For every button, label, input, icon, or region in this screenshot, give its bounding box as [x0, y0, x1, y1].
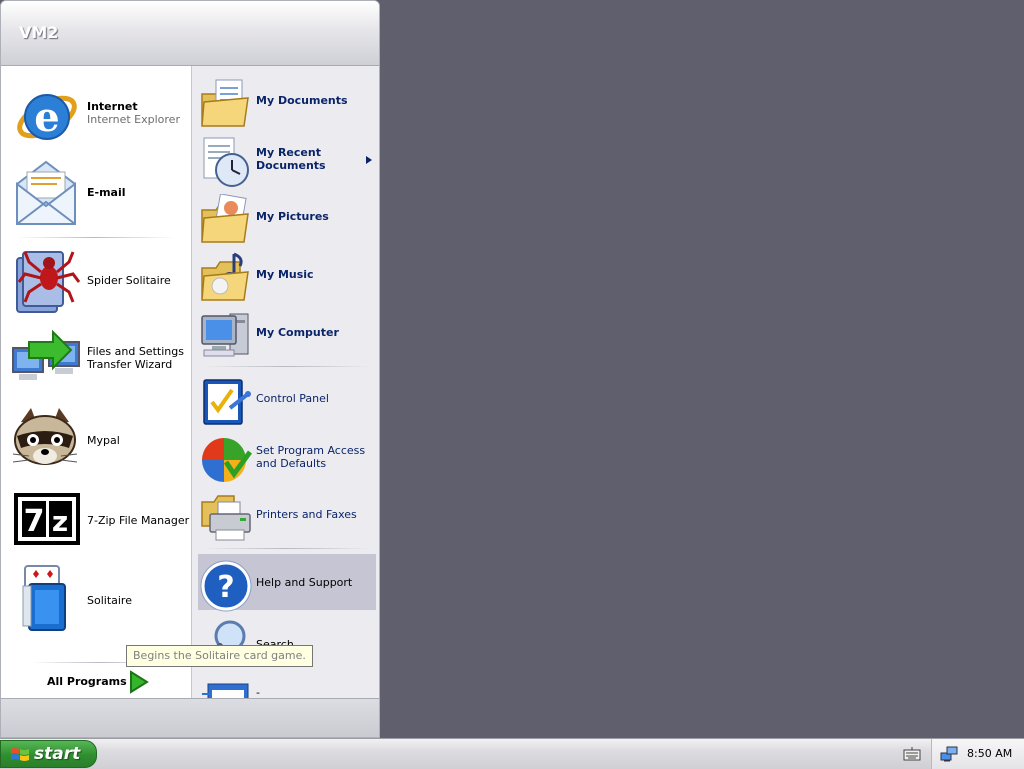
- place-run[interactable]: -: [198, 670, 376, 698]
- program-transfer-label-line1: Files and Settings: [87, 345, 184, 358]
- mypal-icon: [9, 406, 81, 475]
- program-transfer-wizard[interactable]: Files and Settings Transfer Wizard: [1, 322, 191, 398]
- program-mypal[interactable]: Mypal: [1, 402, 191, 478]
- program-spider-label: Spider Solitaire: [87, 274, 171, 287]
- clock[interactable]: 8:50 AM: [967, 747, 1012, 760]
- place-printers-faxes[interactable]: Printers and Faxes: [198, 486, 376, 542]
- place-my-documents[interactable]: My Documents: [198, 72, 376, 128]
- place-my-recent-label: My Recent Documents: [256, 146, 326, 172]
- green-arrow-icon: [129, 670, 149, 697]
- tooltip: Begins the Solitaire card game.: [126, 645, 313, 667]
- all-programs-label: All Programs: [47, 675, 127, 688]
- start-menu-footer: [1, 698, 379, 737]
- program-email-title: E-mail: [87, 186, 126, 199]
- start-menu-header: VM2: [1, 1, 379, 66]
- place-set-program-label-line2: and Defaults: [256, 457, 327, 470]
- place-control-panel[interactable]: Control Panel: [198, 370, 376, 426]
- place-my-pictures[interactable]: My Pictures: [198, 188, 376, 244]
- my-documents-icon: [200, 78, 252, 133]
- place-my-recent-label-line1: My Recent: [256, 146, 321, 159]
- start-label: start: [34, 744, 81, 764]
- program-7zip-label: 7-Zip File Manager: [87, 514, 190, 527]
- place-my-computer-label: My Computer: [256, 326, 339, 339]
- internet-explorer-icon: e: [11, 80, 81, 153]
- my-music-icon: [200, 252, 252, 307]
- network-icon[interactable]: [940, 745, 958, 766]
- windows-logo-icon: [10, 747, 30, 768]
- place-set-program-label-line1: Set Program Access: [256, 444, 366, 457]
- place-my-pictures-label: My Pictures: [256, 210, 329, 223]
- pinned-separator: [15, 237, 175, 238]
- places-separator-1: [202, 366, 372, 367]
- start-button[interactable]: start: [0, 740, 97, 768]
- program-mypal-label: Mypal: [87, 434, 120, 447]
- place-control-panel-label: Control Panel: [256, 392, 329, 405]
- place-help-support-label: Help and Support: [256, 576, 353, 589]
- system-tray: 8:50 AM: [931, 739, 1024, 769]
- program-internet-title: Internet: [87, 100, 138, 113]
- spider-solitaire-icon: [13, 244, 81, 319]
- control-panel-icon: [200, 376, 252, 431]
- program-7zip[interactable]: 7 z 7-Zip File Manager: [1, 482, 191, 558]
- places-separator-2: [202, 548, 372, 549]
- program-solitaire-label: Solitaire: [87, 594, 132, 607]
- all-programs-button[interactable]: All Programs: [41, 668, 161, 694]
- set-program-access-icon: [200, 434, 253, 489]
- program-internet[interactable]: e Internet Internet Explorer: [1, 76, 191, 148]
- place-my-documents-label: My Documents: [256, 94, 348, 107]
- places-panel: My Documents My Recent Documents My Pict…: [191, 66, 379, 698]
- place-my-music-label: My Music: [256, 268, 314, 281]
- place-printers-faxes-label: Printers and Faxes: [256, 508, 357, 521]
- program-internet-subtitle: Internet Explorer: [87, 113, 180, 126]
- start-menu: VM2 e Internet Internet Explorer E-mail …: [0, 0, 380, 738]
- place-set-program-access[interactable]: Set Program Access and Defaults: [198, 428, 376, 484]
- my-computer-icon: [200, 310, 252, 365]
- place-my-recent-label-line2: Documents: [256, 159, 326, 172]
- program-transfer-label: Files and Settings Transfer Wizard: [87, 345, 184, 371]
- transfer-wizard-icon: [11, 328, 81, 393]
- printers-faxes-icon: [200, 492, 252, 547]
- my-pictures-icon: [200, 193, 252, 249]
- program-email-label: E-mail: [87, 186, 126, 199]
- place-my-computer[interactable]: My Computer: [198, 304, 376, 360]
- svg-text:e: e: [34, 94, 59, 141]
- program-internet-label: Internet Internet Explorer: [87, 100, 180, 126]
- 7zip-icon: 7 z: [13, 492, 81, 549]
- program-spider-solitaire[interactable]: Spider Solitaire: [1, 242, 191, 318]
- email-icon: [13, 158, 79, 231]
- taskbar: start 8:50 AM: [0, 738, 1024, 769]
- help-support-icon: ?: [200, 560, 252, 615]
- keyboard-icon[interactable]: [903, 746, 921, 765]
- my-recent-documents-icon: [200, 136, 252, 191]
- place-set-program-label: Set Program Access and Defaults: [256, 444, 365, 470]
- place-my-recent-documents[interactable]: My Recent Documents: [198, 130, 376, 187]
- program-solitaire[interactable]: Solitaire: [1, 562, 191, 638]
- user-name: VM2: [19, 23, 59, 42]
- solitaire-icon: [19, 564, 75, 637]
- place-run-label: -: [256, 686, 260, 698]
- program-email[interactable]: E-mail: [1, 154, 191, 230]
- run-icon: [200, 680, 252, 698]
- program-transfer-label-line2: Transfer Wizard: [87, 358, 173, 371]
- pinned-programs-panel: e Internet Internet Explorer E-mail Spid…: [1, 66, 191, 698]
- svg-text:z: z: [52, 505, 68, 538]
- place-help-support[interactable]: ? Help and Support: [198, 554, 376, 612]
- svg-text:7: 7: [24, 504, 45, 539]
- svg-text:?: ?: [217, 570, 234, 605]
- submenu-arrow-icon: [366, 154, 372, 167]
- place-my-music[interactable]: My Music: [198, 246, 376, 302]
